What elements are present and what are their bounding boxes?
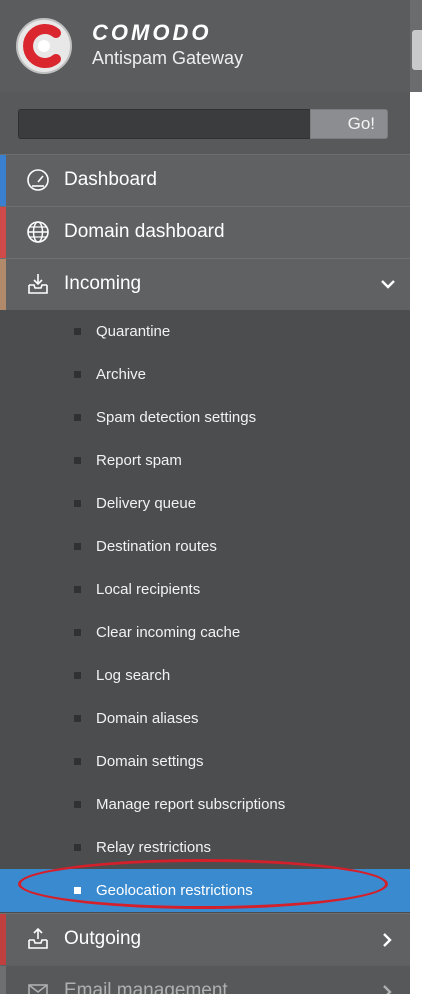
submenu-label: Domain settings [96,753,204,770]
bullet-icon [74,543,81,550]
nav-item-email-management[interactable]: Email management [0,965,410,994]
outbox-upload-icon [28,927,48,949]
accent-bar [0,207,6,258]
nav-label: Incoming [64,273,142,294]
search-input[interactable] [18,109,310,139]
submenu-item-archive[interactable]: Archive [0,353,410,396]
accent-bar [0,966,6,994]
product-name: Antispam Gateway [92,48,244,68]
bullet-icon [74,801,81,808]
bullet-icon [74,672,81,679]
submenu-item-delivery-queue[interactable]: Delivery queue [0,482,410,525]
submenu-label: Local recipients [96,581,201,598]
submenu-label: Quarantine [96,323,171,340]
brand-name: COMODO [92,20,212,45]
sidebar: COMODO Antispam Gateway Go! Dashboard Do… [0,0,410,994]
submenu-label: Log search [96,667,171,684]
active-pointer-icon [398,870,410,896]
globe-icon [27,221,49,243]
submenu-label: Domain aliases [96,710,199,727]
bullet-icon [74,715,81,722]
chevron-right-icon [383,933,392,947]
submenu-item-log-search[interactable]: Log search [0,654,410,697]
bullet-icon [74,844,81,851]
nav-item-dashboard[interactable]: Dashboard [0,154,410,206]
comodo-logo-icon [16,18,72,74]
submenu-label: Clear incoming cache [96,624,241,641]
nav-label: Dashboard [64,169,157,190]
bullet-icon [74,629,81,636]
submenu-item-domain-aliases[interactable]: Domain aliases [0,697,410,740]
submenu-item-manage-report-subscriptions[interactable]: Manage report subscriptions [0,783,410,826]
submenu-label: Manage report subscriptions [96,796,286,813]
nav-item-incoming[interactable]: Incoming [0,258,410,310]
bullet-icon [74,586,81,593]
submenu-label: Delivery queue [96,495,197,512]
accent-bar [0,155,6,206]
bullet-icon [74,500,81,507]
nav-item-domain-dashboard[interactable]: Domain dashboard [0,206,410,258]
collapse-tab[interactable] [412,30,422,70]
sidebar-header: COMODO Antispam Gateway [0,0,410,92]
submenu-label: Destination routes [96,538,217,555]
submenu-label: Archive [96,366,147,383]
submenu-item-clear-incoming-cache[interactable]: Clear incoming cache [0,611,410,654]
submenu-label: Report spam [96,452,182,469]
chevron-right-icon [383,985,392,994]
inbox-download-icon [28,274,48,294]
submenu-item-spam-detection-settings[interactable]: Spam detection settings [0,396,410,439]
submenu-item-destination-routes[interactable]: Destination routes [0,525,410,568]
accent-bar [0,914,6,965]
accent-bar [0,259,6,310]
submenu-item-report-spam[interactable]: Report spam [0,439,410,482]
submenu-item-quarantine[interactable]: Quarantine [0,310,410,353]
content-edge [410,0,422,994]
gauge-icon [27,169,49,191]
nav-label: Outgoing [64,928,142,949]
bullet-icon [74,328,81,335]
go-button[interactable]: Go! [310,109,388,139]
highlight-annotation [18,859,388,909]
submenu-label: Spam detection settings [96,409,257,426]
bullet-icon [74,414,81,421]
nav-label: Domain dashboard [64,221,225,242]
search-area: Go! [0,92,410,154]
mail-stack-icon [28,984,48,994]
submenu-item-domain-settings[interactable]: Domain settings [0,740,410,783]
nav-item-outgoing[interactable]: Outgoing [0,913,410,965]
bullet-icon [74,457,81,464]
chevron-down-icon [381,280,395,289]
bullet-icon [74,758,81,765]
nav-label: Email management [64,980,228,994]
submenu-item-local-recipients[interactable]: Local recipients [0,568,410,611]
bullet-icon [74,371,81,378]
